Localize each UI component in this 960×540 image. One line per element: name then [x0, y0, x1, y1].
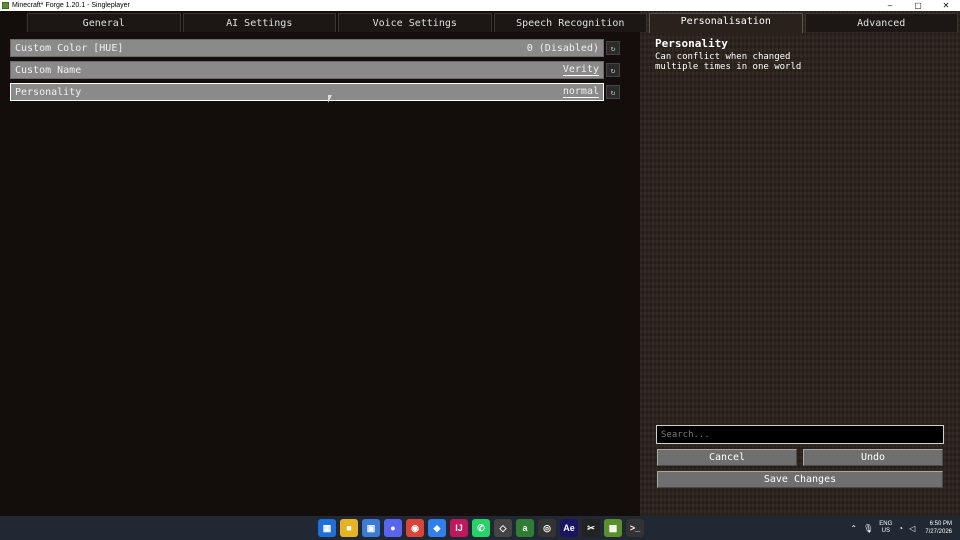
intellij-icon[interactable]: IJ — [450, 519, 468, 537]
windows-taskbar: ▦ ■ ▣ ● ◉ ◆ IJ ✆ ◇ a ◎ Ae ✂ ▩ >_ ⌃ 🎙 ENG US ◔ ◁ 6:50 P… — [0, 516, 960, 540]
store-icon[interactable]: ▣ — [362, 519, 380, 537]
wifi-icon[interactable]: ◔ — [898, 524, 903, 533]
info-title: Personality — [655, 37, 728, 50]
tab-bar: General AI Settings Voice Settings Speec… — [27, 13, 960, 33]
window-title: Minecraft* Forge 1.20.1 - Singleplayer — [12, 2, 130, 9]
language-indicator[interactable]: ENG US — [879, 521, 892, 535]
discord-icon[interactable]: ● — [384, 519, 402, 537]
capcut-icon[interactable]: ✂ — [582, 519, 600, 537]
reset-icon: ↻ — [610, 87, 616, 97]
clock[interactable]: 6:50 PM 7/27/2026 — [925, 520, 952, 536]
photos-icon[interactable]: ◆ — [428, 519, 446, 537]
unity-icon[interactable]: ◇ — [494, 519, 512, 537]
config-row-personality[interactable]: Personality normal — [10, 83, 604, 101]
reset-icon: ↻ — [610, 65, 616, 75]
chevron-up-icon[interactable]: ⌃ — [850, 524, 857, 533]
minecraft-icon[interactable]: ▩ — [604, 519, 622, 537]
windows-start-icon[interactable]: ▦ — [318, 519, 336, 537]
file-explorer-icon[interactable]: ■ — [340, 519, 358, 537]
terminal-icon[interactable]: >_ — [626, 519, 644, 537]
config-row-custom-name[interactable]: Custom Name Verity — [10, 61, 604, 79]
config-label: Personality — [15, 86, 82, 98]
info-description: Can conflict when changed multiple times… — [655, 52, 802, 72]
save-changes-button[interactable]: Save Changes — [657, 471, 943, 488]
config-value: 0 (Disabled) — [526, 42, 599, 54]
window-titlebar: Minecraft* Forge 1.20.1 - Singleplayer –… — [0, 0, 960, 11]
tab-general[interactable]: General — [27, 13, 181, 32]
atlauncher-icon[interactable]: a — [516, 519, 534, 537]
config-label: Custom Color [HUE] — [15, 42, 124, 54]
search-input[interactable] — [656, 425, 944, 444]
reset-personality-button[interactable]: ↻ — [606, 85, 620, 99]
mouse-cursor-icon — [328, 95, 332, 103]
maximize-button[interactable]: ▢ — [904, 0, 932, 11]
obs-icon[interactable]: ◎ — [538, 519, 556, 537]
tab-speech-recognition[interactable]: Speech Recognition — [493, 13, 647, 32]
reset-custom-color-button[interactable]: ↻ — [606, 41, 620, 55]
chrome-icon[interactable]: ◉ — [406, 519, 424, 537]
reset-custom-name-button[interactable]: ↻ — [606, 63, 620, 77]
taskbar-apps: ▦ ■ ▣ ● ◉ ◆ IJ ✆ ◇ a ◎ Ae ✂ ▩ >_ — [318, 519, 644, 537]
tab-advanced[interactable]: Advanced — [804, 13, 958, 32]
custom-name-input[interactable]: Verity — [562, 64, 599, 76]
close-button[interactable]: ✕ — [932, 0, 960, 11]
personality-input[interactable]: normal — [562, 86, 599, 98]
reset-icon: ↻ — [610, 43, 616, 53]
tab-ai-settings[interactable]: AI Settings — [182, 13, 336, 32]
tab-personalisation[interactable]: Personalisation — [649, 13, 803, 33]
config-label: Custom Name — [15, 64, 82, 76]
minecraft-app-icon — [2, 2, 9, 9]
after-effects-icon[interactable]: Ae — [560, 519, 578, 537]
cancel-button[interactable]: Cancel — [657, 449, 797, 466]
whatsapp-icon[interactable]: ✆ — [472, 519, 490, 537]
minimize-button[interactable]: – — [876, 0, 904, 11]
volume-icon[interactable]: ◁ — [909, 524, 915, 533]
microphone-icon[interactable]: 🎙 — [863, 524, 873, 533]
system-tray: ⌃ 🎙 ENG US ◔ ◁ 6:50 PM 7/27/2026 — [850, 516, 960, 540]
undo-button[interactable]: Undo — [803, 449, 943, 466]
config-row-custom-color[interactable]: Custom Color [HUE] 0 (Disabled) — [10, 39, 604, 57]
tab-voice-settings[interactable]: Voice Settings — [338, 13, 492, 32]
window-controls: – ▢ ✕ — [876, 0, 960, 11]
